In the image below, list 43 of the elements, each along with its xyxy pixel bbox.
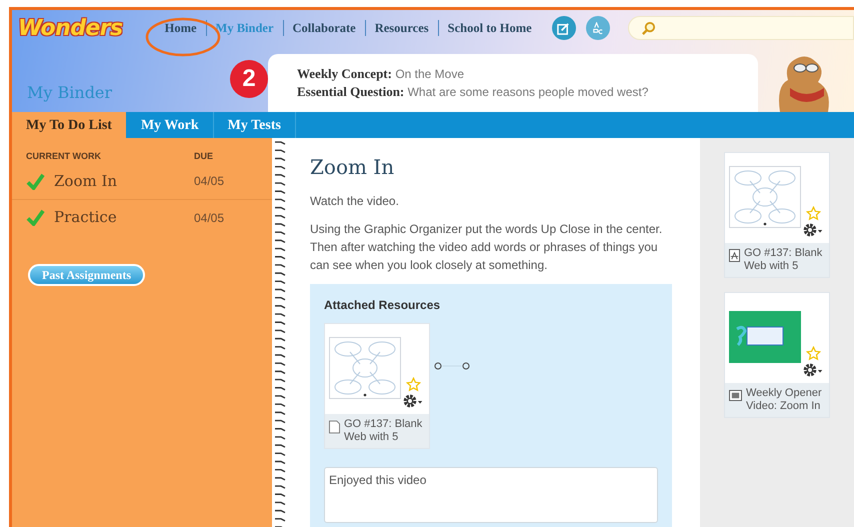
star-icon[interactable] [806, 346, 821, 361]
gear-menu-icon[interactable] [803, 223, 824, 237]
nav-link[interactable]: School to Home [448, 18, 532, 38]
nav-link[interactable]: Collaborate [292, 18, 356, 38]
todo-item[interactable]: Zoom In 04/05 [12, 164, 272, 200]
column-header: DUE [194, 150, 214, 163]
star-icon[interactable] [406, 377, 421, 392]
gear-menu-icon[interactable] [803, 363, 824, 377]
todo-item[interactable]: Practice 04/05 [12, 200, 272, 236]
carousel-dots-icon [434, 362, 470, 370]
tab[interactable]: My To Do List [12, 112, 127, 138]
todo-title[interactable]: Practice [54, 206, 194, 229]
star-icon[interactable] [806, 206, 821, 221]
edit-note-button[interactable] [552, 16, 576, 40]
assignment-title: Zoom In [310, 154, 396, 181]
video-thumbnail [729, 311, 801, 363]
glossary-icon [591, 22, 604, 34]
page-title: My Binder [27, 83, 112, 102]
instruction-text: Watch the video. [310, 193, 400, 210]
film-icon [729, 390, 742, 401]
comment-field[interactable]: Enjoyed this video [324, 467, 658, 523]
due-date: 04/05 [194, 173, 224, 190]
search-field[interactable] [628, 16, 854, 40]
concept-line: Essential Question: What are some reasons people moved west? [297, 83, 650, 101]
due-date: 04/05 [194, 210, 224, 226]
pdf-file-icon [729, 249, 740, 262]
glossary-button[interactable] [586, 16, 610, 40]
column-header: CURRENT WORK [26, 150, 102, 163]
resource-card[interactable]: Weekly Opener Video: Zoom In [724, 292, 830, 418]
concept-line: Weekly Concept: On the Move [297, 65, 466, 83]
graphic-organizer-thumbnail [729, 166, 801, 228]
graphic-organizer-thumbnail [329, 337, 401, 399]
resource-card[interactable]: GO #137: Blank Web with 5 [724, 152, 830, 278]
todo-title[interactable]: Zoom In [54, 170, 194, 192]
document-icon [329, 420, 340, 434]
resource-card[interactable]: GO #137: Blank Web with 5 [324, 323, 430, 449]
pencil-square-icon [557, 22, 570, 34]
section-heading: Attached Resources [324, 297, 442, 314]
search-icon [640, 20, 656, 36]
gear-menu-icon[interactable] [403, 394, 424, 408]
step-number-badge: 2 [230, 60, 268, 98]
nav-link[interactable]: Resources [374, 18, 429, 38]
instruction-text: Using the Graphic Organizer put the words Up Close in the center. Then after watching the video add words or phrases of things you can see when you look closely at something. [310, 221, 664, 274]
